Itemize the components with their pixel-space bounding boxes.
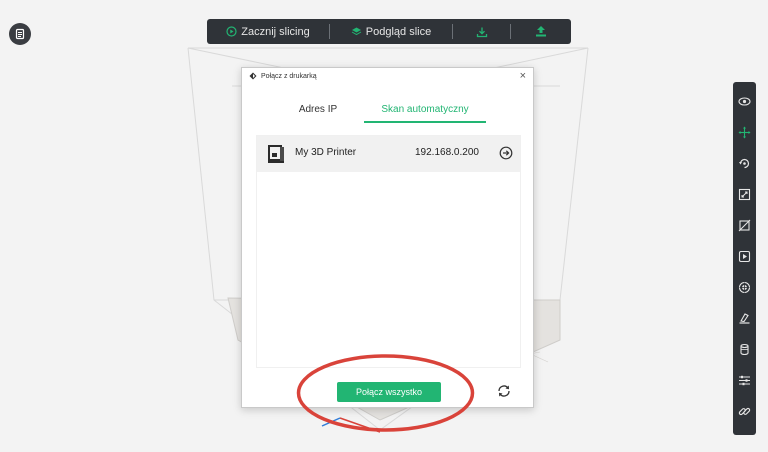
scale-icon <box>738 188 751 201</box>
play-circle-icon <box>226 26 237 37</box>
send-to-printer-button[interactable] <box>511 19 571 44</box>
layers-icon <box>351 27 362 36</box>
rotate-icon <box>739 158 750 169</box>
link-icon <box>738 407 751 416</box>
close-button[interactable]: × <box>520 69 526 83</box>
settings-sliders-icon <box>739 375 750 386</box>
connect-printer-dialog: Połącz z drukarką × Adres IP Skan automa… <box>241 67 534 408</box>
cut-button[interactable] <box>733 303 756 334</box>
eye-icon <box>738 97 751 106</box>
view-button[interactable] <box>733 86 756 117</box>
rotate-button[interactable] <box>733 148 756 179</box>
print-send-icon <box>536 26 546 37</box>
support-button[interactable] <box>733 272 756 303</box>
cylinder-icon <box>740 343 749 356</box>
document-icon <box>15 28 25 40</box>
start-slicing-label: Zacznij slicing <box>241 25 310 38</box>
cut-icon <box>739 313 750 324</box>
active-tab-indicator <box>364 121 486 123</box>
move-button[interactable] <box>733 117 756 148</box>
printer-ip: 192.168.0.200 <box>415 147 479 158</box>
dialog-title: Połącz z drukarką <box>261 72 317 80</box>
printer-list: My 3D Printer 192.168.0.200 <box>256 135 521 368</box>
tab-ip-address[interactable]: Adres IP <box>278 98 358 122</box>
lay-flat-button[interactable] <box>733 241 756 272</box>
preview-slice-label: Podgląd slice <box>365 25 432 38</box>
3d-viewport[interactable]: Zacznij slicing Podgląd slice Połącz z d… <box>0 0 768 452</box>
refresh-icon[interactable] <box>496 383 512 399</box>
printer-name: My 3D Printer <box>295 147 357 158</box>
file-menu-button[interactable] <box>9 23 31 45</box>
move-icon <box>738 126 751 139</box>
arrow-right-circle-icon[interactable] <box>499 146 513 160</box>
printer-icon <box>268 145 284 163</box>
support-icon <box>738 281 751 294</box>
preview-slice-button[interactable]: Podgląd slice <box>330 19 452 44</box>
dialog-title-bar: Połącz z drukarką <box>249 72 317 80</box>
mirror-button[interactable] <box>733 210 756 241</box>
scale-button[interactable] <box>733 179 756 210</box>
connect-all-button[interactable]: Połącz wszystko <box>337 382 441 402</box>
settings-sliders-button[interactable] <box>733 365 756 396</box>
dialog-tabs: Adres IP Skan automatyczny <box>242 98 533 124</box>
start-slicing-button[interactable]: Zacznij slicing <box>207 19 329 44</box>
printer-list-item[interactable]: My 3D Printer 192.168.0.200 <box>257 136 520 172</box>
app-logo-icon <box>249 72 257 80</box>
export-button[interactable] <box>453 19 510 44</box>
right-toolbar <box>733 82 756 435</box>
cylinder-button[interactable] <box>733 334 756 365</box>
link-button[interactable] <box>733 396 756 427</box>
top-toolbar: Zacznij slicing Podgląd slice <box>207 19 571 44</box>
download-icon <box>476 27 487 37</box>
mirror-icon <box>738 219 751 232</box>
lay-flat-icon <box>738 250 751 263</box>
tab-auto-scan[interactable]: Skan automatyczny <box>364 98 486 122</box>
